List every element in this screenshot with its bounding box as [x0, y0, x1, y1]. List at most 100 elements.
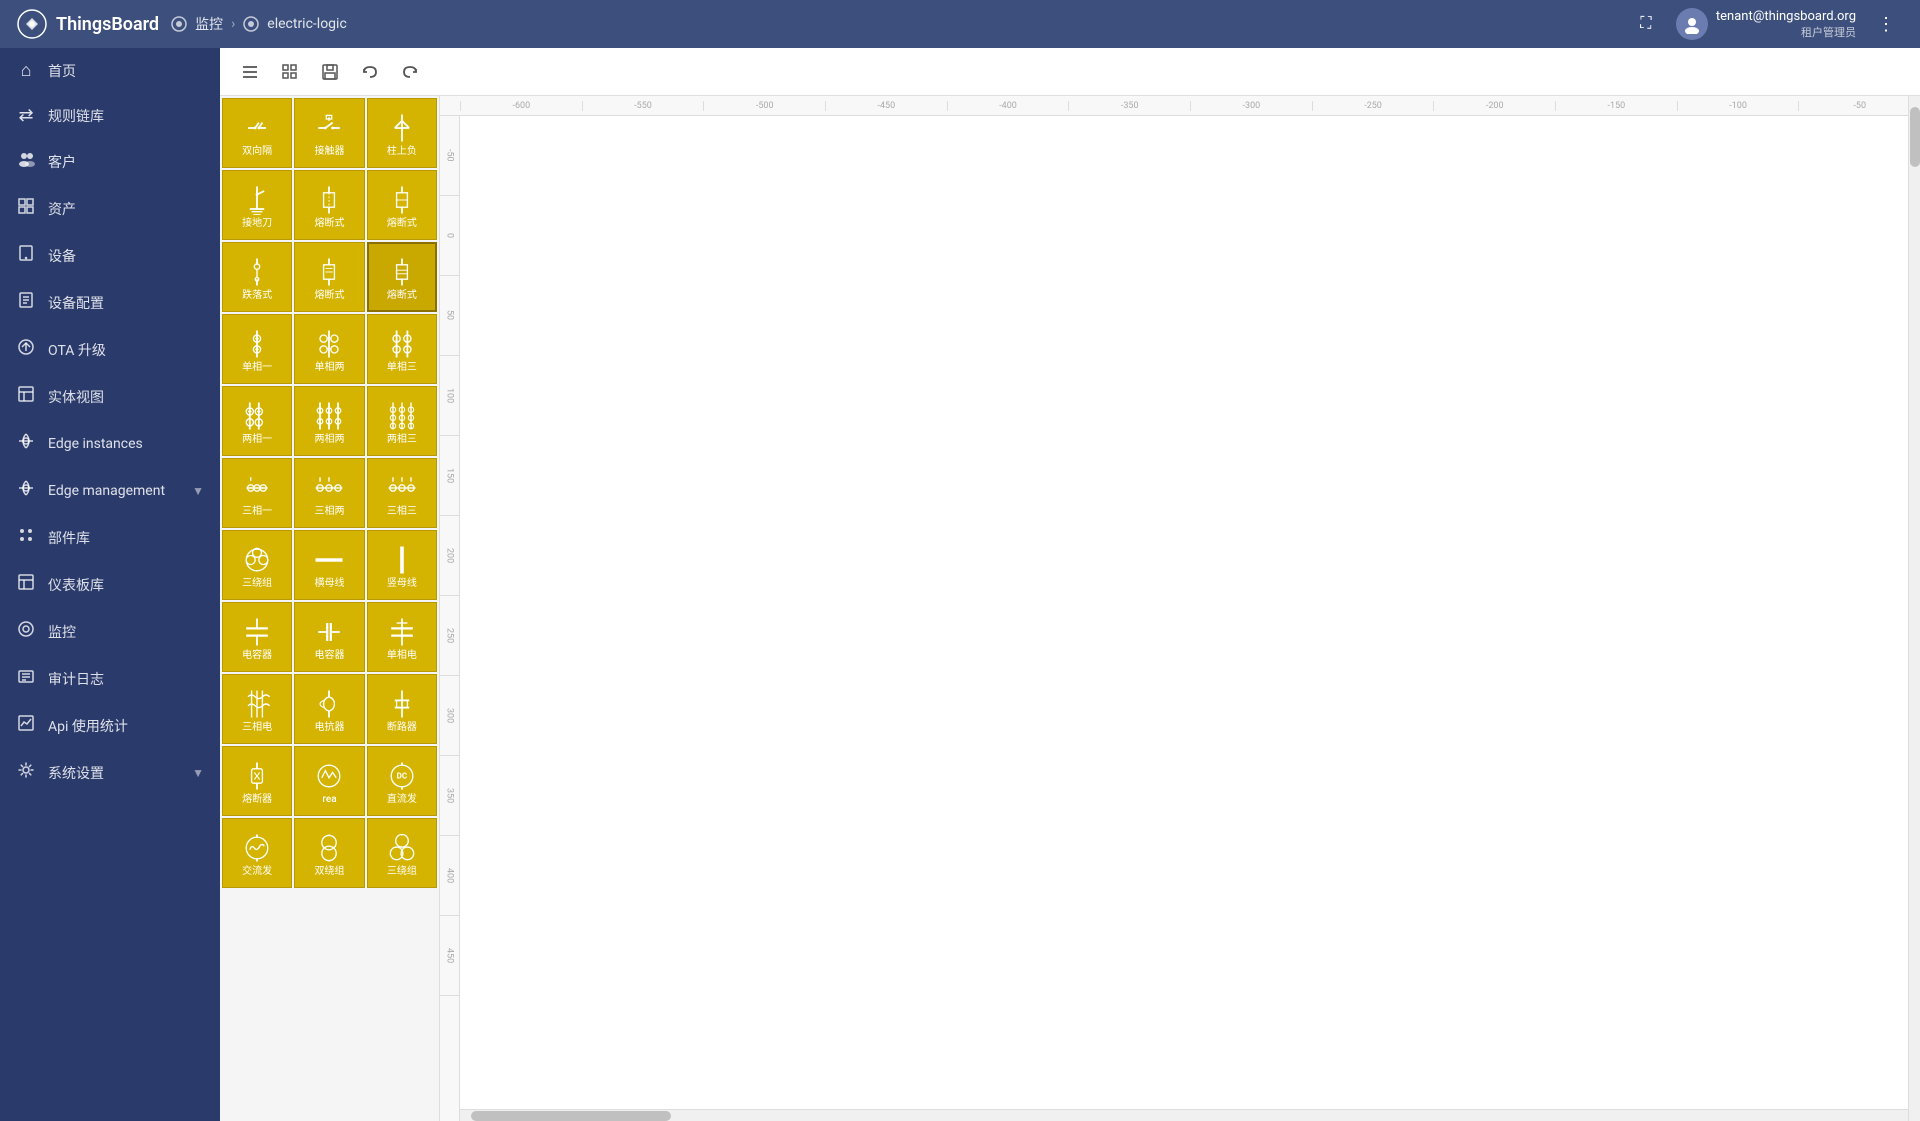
- symbol-single2[interactable]: 单相两: [294, 314, 364, 384]
- symbol-pole-load[interactable]: 柱上负: [367, 98, 437, 168]
- sidebar-label-system-settings: 系统设置: [48, 763, 104, 783]
- symbol-label-single1: 单相一: [242, 362, 272, 374]
- ruler-h-500: -500: [703, 101, 825, 111]
- edge-management-arrow: ▼: [192, 484, 204, 498]
- symbol-fuse2[interactable]: 熔断式: [367, 170, 437, 240]
- sidebar-item-edge-instances[interactable]: Edge instances: [0, 420, 220, 467]
- symbol-label-vbus: 竖母线: [387, 578, 417, 590]
- sidebar-label-edge-management: Edge management: [48, 483, 165, 499]
- symbol-two-winding[interactable]: 双绕组: [294, 818, 364, 888]
- symbol-label-single2: 单相两: [314, 362, 344, 374]
- symbol-label-breaker: 断路器: [387, 722, 417, 734]
- symbol-hbus[interactable]: 横母线: [294, 530, 364, 600]
- logo[interactable]: ThingsBoard: [16, 8, 159, 40]
- ruler-h-150: -150: [1555, 101, 1677, 111]
- symbol-fuse-device[interactable]: 熔断器: [222, 746, 292, 816]
- sidebar-item-home[interactable]: ⌂ 首页: [0, 48, 220, 93]
- breadcrumb-page[interactable]: electric-logic: [267, 16, 347, 32]
- canvas-area[interactable]: -600 -550 -500 -450 -400 -350 -300 -250 …: [440, 96, 1920, 1121]
- symbol-rea[interactable]: rea: [294, 746, 364, 816]
- header-left: ThingsBoard 监控 › electric-logic: [16, 8, 347, 40]
- symbol-dc[interactable]: DC 直流发: [367, 746, 437, 816]
- breadcrumb: 监控 › electric-logic: [171, 14, 347, 34]
- two1-icon: [239, 398, 275, 434]
- symbol-three-winding2[interactable]: 三绕组: [367, 818, 437, 888]
- sidebar-item-device-profile[interactable]: 设备配置: [0, 279, 220, 326]
- symbol-cap1[interactable]: 电容器: [222, 602, 292, 672]
- content-area: 双向隔 接触器: [220, 48, 1920, 1121]
- symbol-fuse3[interactable]: 熔断式: [294, 242, 364, 312]
- sidebar-label-devices: 设备: [48, 246, 76, 266]
- ruler-v-tick: 50: [440, 276, 459, 356]
- sidebar-item-assets[interactable]: 资产: [0, 185, 220, 232]
- symbol-label-reactor: 电抗器: [314, 722, 344, 734]
- sidebar-item-ota[interactable]: OTA 升级: [0, 326, 220, 373]
- symbol-vbus[interactable]: 竖母线: [367, 530, 437, 600]
- redo-button[interactable]: [392, 54, 428, 90]
- symbol-cap2[interactable]: 电容器: [294, 602, 364, 672]
- undo-button[interactable]: [352, 54, 388, 90]
- hbus-icon: [311, 542, 347, 578]
- symbol-two2[interactable]: 两相两: [294, 386, 364, 456]
- entity-view-icon: [16, 385, 36, 408]
- ruler-h-400: -400: [947, 101, 1069, 111]
- symbol-ac-gen[interactable]: 交流发: [222, 818, 292, 888]
- symbol-three-phase[interactable]: 三相电: [222, 674, 292, 744]
- symbol-breaker[interactable]: 断路器: [367, 674, 437, 744]
- sidebar-item-rule-chain[interactable]: ⇄ 规则链库: [0, 93, 220, 138]
- sidebar-item-entity-view[interactable]: 实体视图: [0, 373, 220, 420]
- save-button[interactable]: [312, 54, 348, 90]
- scrollbar-thumb-v[interactable]: [1910, 107, 1920, 167]
- sidebar-item-components[interactable]: 部件库: [0, 514, 220, 561]
- ruler-v-tick: -50: [440, 116, 459, 196]
- breadcrumb-monitor[interactable]: 监控: [195, 14, 223, 34]
- sidebar-label-entity-view: 实体视图: [48, 387, 104, 407]
- home-icon: ⌂: [16, 60, 36, 81]
- three-winding-icon: [239, 542, 275, 578]
- sidebar-item-audit-log[interactable]: 审计日志: [0, 655, 220, 702]
- symbol-label-three-phase: 三相电: [242, 722, 272, 734]
- symbol-three-winding[interactable]: 三绕组: [222, 530, 292, 600]
- ruler-h-350: -350: [1068, 101, 1190, 111]
- ruler-v-tick: 350: [440, 756, 459, 836]
- fuse3-icon: [311, 254, 347, 290]
- drawing-canvas[interactable]: [460, 116, 1920, 1121]
- symbol-label-double-switch: 双向隔: [242, 146, 272, 158]
- sidebar-item-dashboard[interactable]: 仪表板库: [0, 561, 220, 608]
- symbol-ground-knife[interactable]: 接地刀: [222, 170, 292, 240]
- horizontal-scrollbar[interactable]: [460, 1109, 1908, 1121]
- menu-button[interactable]: [232, 54, 268, 90]
- symbol-three3[interactable]: 三相三: [367, 458, 437, 528]
- symbol-two3[interactable]: 两相三: [367, 386, 437, 456]
- sidebar-item-monitor[interactable]: 监控: [0, 608, 220, 655]
- grid-button[interactable]: [272, 54, 308, 90]
- symbol-label-three2: 三相两: [314, 506, 344, 518]
- symbol-single1[interactable]: 单相一: [222, 314, 292, 384]
- symbol-contactor[interactable]: 接触器: [294, 98, 364, 168]
- symbol-double-switch[interactable]: 双向隔: [222, 98, 292, 168]
- breaker-icon: [384, 686, 420, 722]
- sidebar-item-customers[interactable]: 客户: [0, 138, 220, 185]
- vertical-scrollbar[interactable]: [1908, 96, 1920, 1121]
- ruler-h-labels: -600 -550 -500 -450 -400 -350 -300 -250 …: [460, 101, 1920, 111]
- symbol-two1[interactable]: 两相一: [222, 386, 292, 456]
- sidebar-item-devices[interactable]: 设备: [0, 232, 220, 279]
- avatar: [1676, 8, 1708, 40]
- symbol-drop-fuse[interactable]: 跌落式: [222, 242, 292, 312]
- symbol-fuse1[interactable]: 熔断式: [294, 170, 364, 240]
- fullscreen-button[interactable]: ⛶: [1628, 6, 1664, 42]
- sidebar-item-api-usage[interactable]: Api 使用统计: [0, 702, 220, 749]
- sidebar-item-edge-management[interactable]: Edge management ▼: [0, 467, 220, 514]
- symbol-reactor[interactable]: 电抗器: [294, 674, 364, 744]
- sidebar-item-system-settings[interactable]: 系统设置 ▼: [0, 749, 220, 796]
- symbol-single-phase[interactable]: 单相电: [367, 602, 437, 672]
- ota-icon: [16, 338, 36, 361]
- symbol-three1[interactable]: 三相一: [222, 458, 292, 528]
- symbol-label-two1: 两相一: [242, 434, 272, 446]
- scrollbar-thumb-h[interactable]: [471, 1111, 671, 1121]
- more-button[interactable]: ⋮: [1868, 6, 1904, 42]
- symbol-single3[interactable]: 单相三: [367, 314, 437, 384]
- ruler-horizontal: -600 -550 -500 -450 -400 -350 -300 -250 …: [440, 96, 1920, 116]
- symbol-three2[interactable]: 三相两: [294, 458, 364, 528]
- symbol-fuse4[interactable]: 熔断式: [367, 242, 437, 312]
